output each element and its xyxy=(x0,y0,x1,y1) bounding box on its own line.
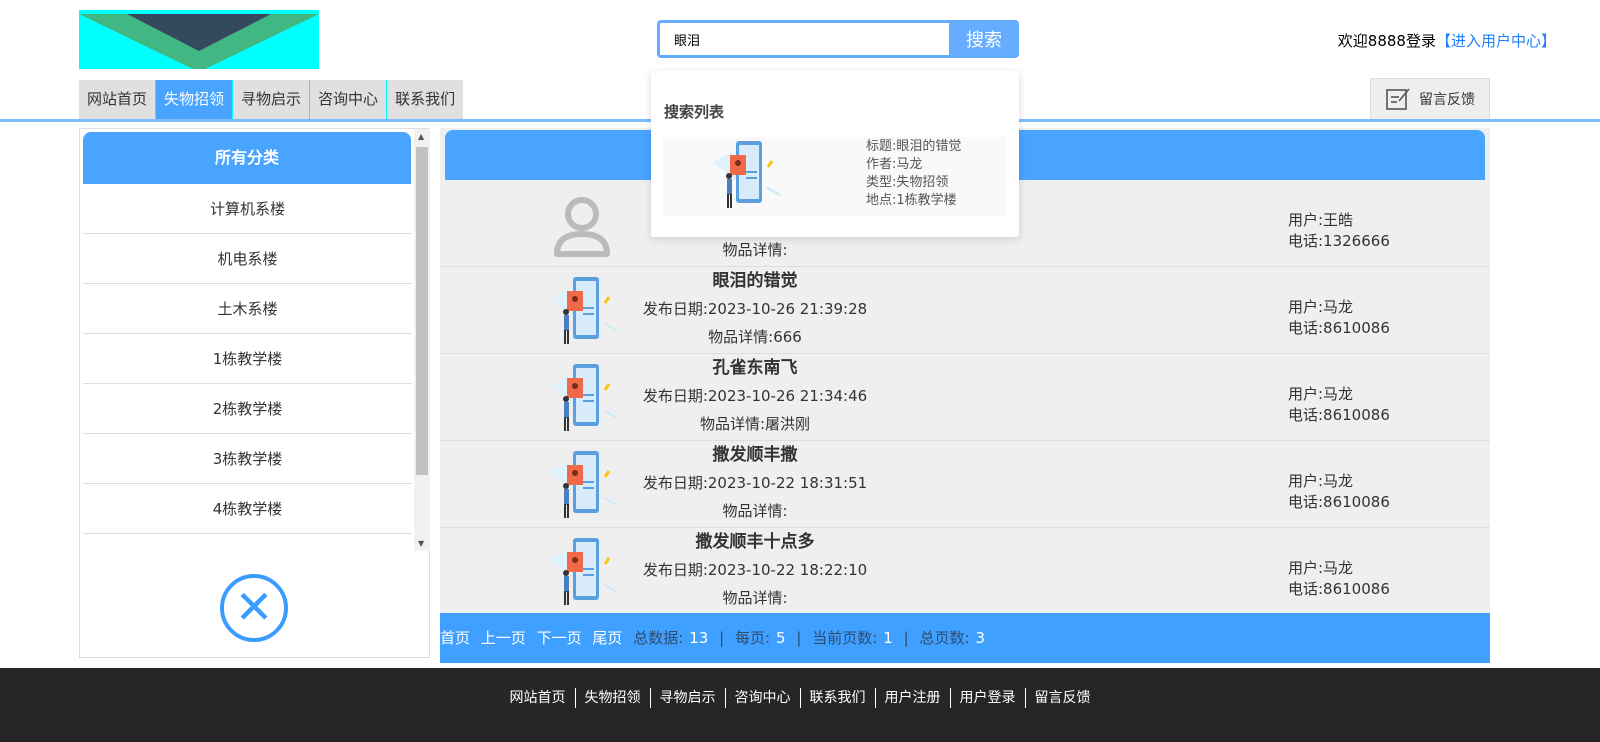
pager-pages: 3 xyxy=(975,629,986,647)
category-list: 所有分类 计算机系楼 机电系楼 土木系楼 1栋教学楼 2栋教学楼 3栋教学楼 4… xyxy=(80,129,412,551)
pager-prev[interactable]: 上一页 xyxy=(481,629,526,647)
footer-link[interactable]: 留言反馈 xyxy=(1026,688,1100,708)
item-phone: 电话:8610086 xyxy=(1288,580,1390,598)
item-date: 发布日期:2023-10-22 18:22:10 xyxy=(642,561,868,579)
footer-link[interactable]: 网站首页 xyxy=(501,688,576,708)
search-button[interactable]: 搜索 xyxy=(949,20,1019,58)
item-date: 发布日期:2023-10-26 21:34:46 xyxy=(642,387,868,405)
category-item[interactable]: 土木系楼 xyxy=(83,284,412,334)
feedback-label: 留言反馈 xyxy=(1419,92,1475,108)
category-item[interactable]: 2栋教学楼 xyxy=(83,384,412,434)
footer-link[interactable]: 用户登录 xyxy=(951,688,1026,708)
pager-cur: 1 xyxy=(883,629,893,647)
user-center-link[interactable]: 【进入用户中心】 xyxy=(1436,32,1556,50)
item-detail: 物品详情:666 xyxy=(708,328,802,346)
search-bar: 搜索 xyxy=(657,20,1019,58)
item-row[interactable]: 撒发顺丰十点多 发布日期:2023-10-22 18:22:10 物品详情: 用… xyxy=(440,528,1490,615)
scrollbar-thumb[interactable] xyxy=(416,147,428,475)
footer-link[interactable]: 联系我们 xyxy=(801,688,876,708)
pager-pages-label: 总页数: xyxy=(919,629,970,647)
category-item[interactable]: 4栋教学楼 xyxy=(83,484,412,534)
footer-link[interactable]: 用户注册 xyxy=(876,688,951,708)
item-detail: 物品详情: xyxy=(722,589,788,607)
close-icon[interactable]: ✕ xyxy=(220,574,288,642)
category-item[interactable]: 3栋教学楼 xyxy=(83,434,412,484)
item-row[interactable]: 眼泪的错觉 发布日期:2023-10-26 21:39:28 物品详情:666 … xyxy=(440,267,1490,354)
pager-per-label: 每页: xyxy=(734,629,771,647)
category-scrollbar[interactable]: ▲ ▼ xyxy=(414,129,430,551)
item-detail: 物品详情:屠洪刚 xyxy=(699,415,811,433)
item-illustration xyxy=(545,447,620,523)
pager-per: 5 xyxy=(776,629,786,647)
item-illustration xyxy=(545,273,620,349)
item-user: 用户:马龙 xyxy=(1288,385,1354,403)
footer-link[interactable]: 咨询中心 xyxy=(726,688,801,708)
item-title[interactable]: 眼泪的错觉 xyxy=(620,267,890,295)
item-detail: 物品详情: xyxy=(722,241,788,259)
category-item[interactable]: 机电系楼 xyxy=(83,234,412,284)
item-illustration xyxy=(545,534,620,610)
item-user: 用户:马龙 xyxy=(1288,559,1354,577)
pagination: 首页 上一页 下一页 尾页 总数据: 13 | 每页: 5 | 当前页数: 1 | 总… xyxy=(440,613,1490,663)
item-date: 发布日期:2023-10-22 18:31:51 xyxy=(642,474,868,492)
item-user: 用户:王皓 xyxy=(1288,211,1354,229)
item-title[interactable]: 撒发顺丰十点多 xyxy=(620,528,890,556)
category-item[interactable]: 其他 xyxy=(83,534,412,551)
result-title: 标题:眼泪的错觉 xyxy=(866,139,962,154)
category-header[interactable]: 所有分类 xyxy=(83,132,411,184)
item-phone: 电话:1326666 xyxy=(1288,232,1390,250)
pager-sep: | xyxy=(796,629,802,647)
pager-last[interactable]: 尾页 xyxy=(592,629,622,647)
item-phone: 电话:8610086 xyxy=(1288,493,1390,511)
nav-home[interactable]: 网站首页 xyxy=(79,80,157,119)
category-item[interactable]: 计算机系楼 xyxy=(83,184,412,234)
item-illustration xyxy=(545,360,620,436)
item-user: 用户:马龙 xyxy=(1288,298,1354,316)
nav-contact[interactable]: 联系我们 xyxy=(387,80,463,119)
pager-cur-label: 当前页数: xyxy=(812,629,878,647)
item-title[interactable]: 孔雀东南飞 xyxy=(620,354,890,382)
pager-sep: | xyxy=(719,629,725,647)
search-results-popup: 搜索列表 标题:眼泪的错觉 作者:马龙 类型:失物招领 地点:1栋教学楼 xyxy=(651,71,1019,237)
item-row[interactable]: 孔雀东南飞 发布日期:2023-10-26 21:34:46 物品详情:屠洪刚 … xyxy=(440,354,1490,441)
footer-nav: 网站首页 失物招领 寻物启示 咨询中心 联系我们 用户注册 用户登录 留言反馈 xyxy=(0,668,1600,742)
user-placeholder-icon xyxy=(545,186,620,262)
item-phone: 电话:8610086 xyxy=(1288,319,1390,337)
welcome-label: 欢迎8888登录 xyxy=(1337,32,1436,50)
site-logo[interactable] xyxy=(79,10,319,69)
item-row[interactable]: 撒发顺丰撒 发布日期:2023-10-22 18:31:51 物品详情: 用户:… xyxy=(440,441,1490,528)
pager-total: 13 xyxy=(689,629,709,647)
footer-link[interactable]: 寻物启示 xyxy=(651,688,726,708)
scroll-down-icon[interactable]: ▼ xyxy=(418,539,424,548)
welcome-text: 欢迎8888登录【进入用户中心】 xyxy=(1338,30,1556,51)
nav-lost-notice[interactable]: 寻物启示 xyxy=(233,80,311,119)
item-illustration xyxy=(708,137,783,215)
feedback-button[interactable]: 留言反馈 xyxy=(1370,78,1490,120)
pager-first[interactable]: 首页 xyxy=(440,629,470,647)
nav-lost-found[interactable]: 失物招领 xyxy=(156,80,234,119)
edit-note-icon xyxy=(1386,88,1410,110)
pager-next[interactable]: 下一页 xyxy=(537,629,582,647)
nav-consult[interactable]: 咨询中心 xyxy=(310,80,388,119)
pager-total-label: 总数据: xyxy=(633,629,684,647)
category-item[interactable]: 1栋教学楼 xyxy=(83,334,412,384)
result-author: 作者:马龙 xyxy=(866,157,923,172)
footer-link[interactable]: 失物招领 xyxy=(576,688,651,708)
search-input[interactable] xyxy=(657,20,949,58)
pager-sep: | xyxy=(903,629,909,647)
main-nav: 网站首页 失物招领 寻物启示 咨询中心 联系我们 xyxy=(79,80,464,119)
result-type: 类型:失物招领 xyxy=(866,175,949,190)
search-results-title: 搜索列表 xyxy=(664,103,725,121)
item-detail: 物品详情: xyxy=(722,502,788,520)
category-sidebar: 所有分类 计算机系楼 机电系楼 土木系楼 1栋教学楼 2栋教学楼 3栋教学楼 4… xyxy=(79,128,430,658)
item-date: 发布日期:2023-10-26 21:39:28 xyxy=(642,300,868,318)
item-phone: 电话:8610086 xyxy=(1288,406,1390,424)
search-result-item[interactable]: 标题:眼泪的错觉 作者:马龙 类型:失物招领 地点:1栋教学楼 xyxy=(663,137,1006,216)
item-user: 用户:马龙 xyxy=(1288,472,1354,490)
scroll-up-icon[interactable]: ▲ xyxy=(418,132,424,141)
result-place: 地点:1栋教学楼 xyxy=(866,193,957,208)
item-title[interactable]: 撒发顺丰撒 xyxy=(620,441,890,469)
